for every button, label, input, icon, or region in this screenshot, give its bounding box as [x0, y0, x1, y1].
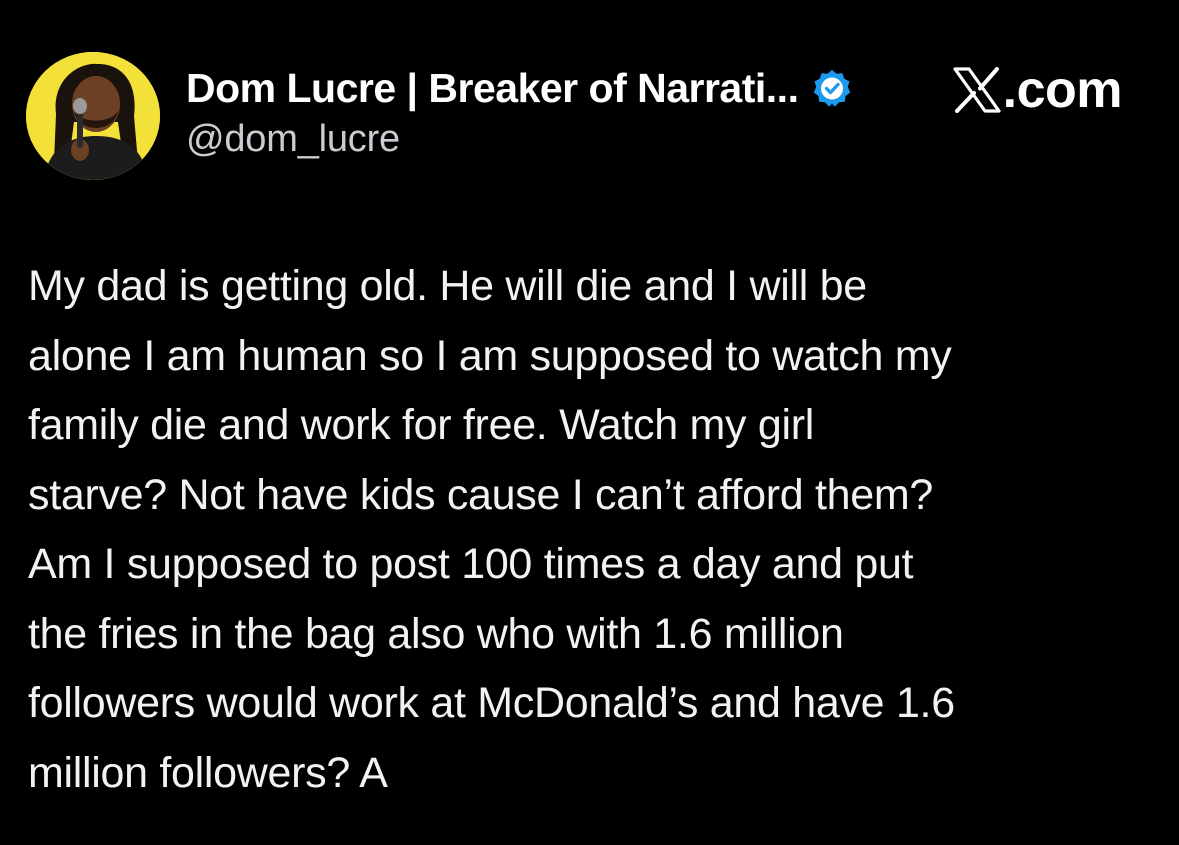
x-logo-icon [953, 67, 1001, 113]
author-handle[interactable]: @dom_lucre [186, 118, 852, 161]
verified-badge-icon [814, 70, 851, 107]
brand-watermark: .com [953, 60, 1123, 120]
name-row: Dom Lucre | Breaker of Narrati... [186, 62, 852, 114]
author-display-name[interactable]: Dom Lucre | Breaker of Narrati... [186, 65, 799, 112]
tweet-header: Dom Lucre | Breaker of Narrati... @dom_l… [26, 52, 1156, 182]
avatar-image [26, 52, 160, 180]
brand-domain-text: .com [1002, 61, 1123, 119]
author-identity: Dom Lucre | Breaker of Narrati... @dom_l… [186, 62, 852, 161]
avatar[interactable] [26, 52, 160, 180]
tweet-body-text: My dad is getting old. He will die and I… [28, 262, 955, 797]
